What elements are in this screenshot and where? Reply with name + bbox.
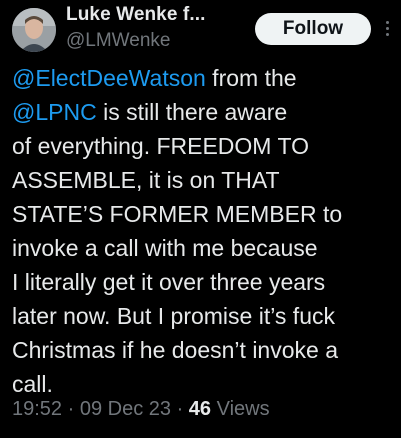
more-options-icon[interactable] (383, 14, 391, 42)
tweet-text-segment: is still there aware (96, 99, 288, 125)
tweet-line: invoke a call with me because (12, 235, 318, 261)
tweet-line: @ElectDeeWatson from the (12, 61, 397, 95)
tweet-line: later now. But I promise it’s fuck (12, 303, 335, 329)
follow-button[interactable]: Follow (255, 13, 371, 45)
more-dot (385, 26, 389, 30)
tweet-time[interactable]: 19:52 (12, 398, 62, 420)
tweet-line: I literally get it over three years (12, 269, 326, 295)
avatar[interactable] (12, 8, 56, 52)
tweet-header: Luke Wenke f... @LMWenke Follow (0, 0, 401, 64)
more-dot (385, 20, 389, 24)
meta-separator: · (176, 398, 189, 420)
tweet-date[interactable]: 09 Dec 23 (80, 398, 171, 420)
views-label: Views (216, 398, 270, 420)
author-handle[interactable]: @LMWenke (66, 30, 170, 52)
tweet-line: of everything. FREEDOM TO (12, 133, 309, 159)
meta-separator: · (67, 398, 80, 420)
more-dot (385, 32, 389, 36)
author-display-name[interactable]: Luke Wenke f... (66, 4, 205, 26)
tweet-line: call. (12, 371, 53, 397)
tweet-meta: 19:52 · 09 Dec 23 · 46 Views (12, 398, 270, 421)
avatar-image (12, 8, 56, 52)
tweet-line: @LPNC is still there aware (12, 95, 397, 129)
tweet-text: @ElectDeeWatson from the @LPNC is still … (12, 61, 397, 401)
tweet-line: ASSEMBLE, it is on THAT (12, 167, 280, 193)
tweet-line: STATE’S FORMER MEMBER to (12, 201, 343, 227)
tweet-text-segment: from the (205, 65, 297, 91)
mention-link[interactable]: @LPNC (12, 99, 97, 125)
mention-link[interactable]: @ElectDeeWatson (12, 65, 206, 91)
tweet-line: Christmas if he doesn’t invoke a (12, 337, 338, 363)
views-count: 46 (188, 398, 212, 420)
